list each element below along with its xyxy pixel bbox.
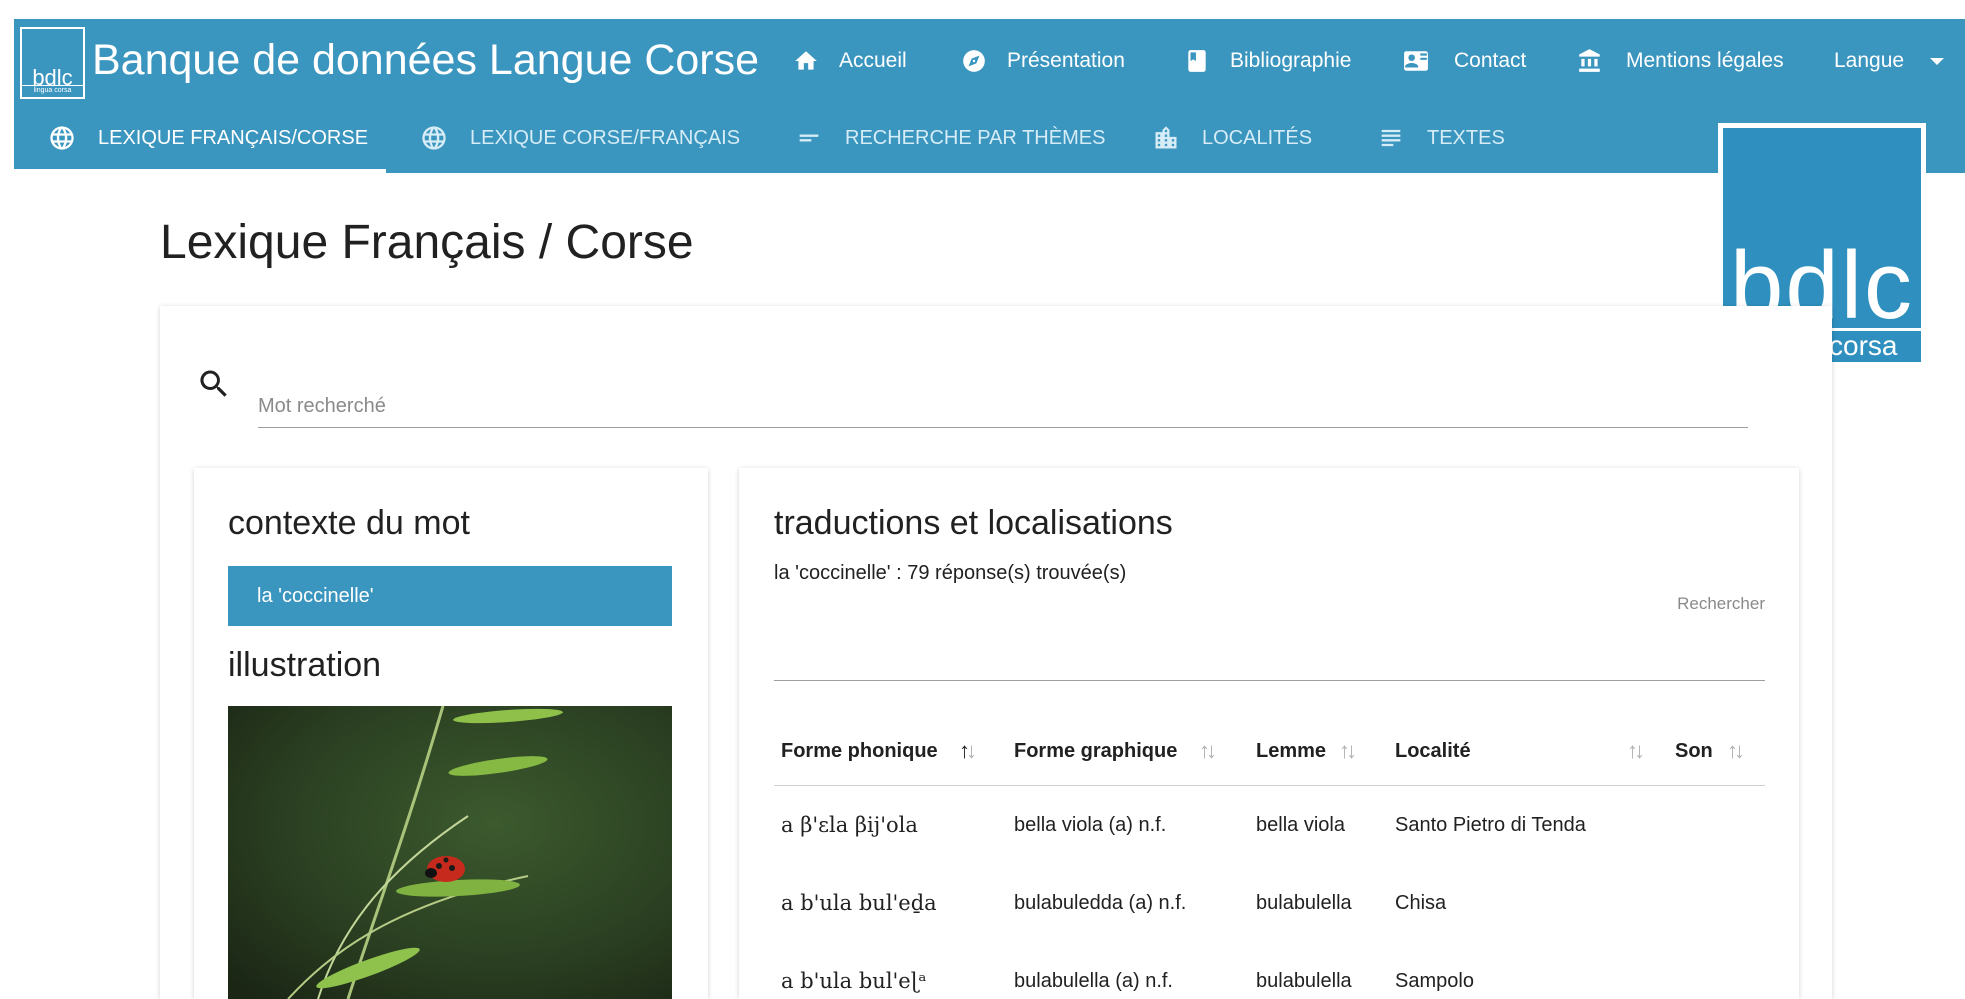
column-localite[interactable]: Localité [1395,716,1471,786]
tab-recherche-par-themes[interactable]: RECHERCHE PAR THÈMES [795,103,1105,173]
cell-localite: Sampolo [1395,969,1474,992]
context-item[interactable]: la 'coccinelle' [228,566,672,626]
app-logo[interactable]: bdlc lingua corsa [20,27,85,99]
language-select[interactable]: Langue [1834,45,1945,77]
short-text-icon [795,124,823,152]
search-icon[interactable] [196,366,232,402]
bank-icon [1574,48,1606,74]
tab-bar: LEXIQUE FRANÇAIS/CORSE LEXIQUE CORSE/FRA… [14,103,1965,173]
tab-localites[interactable]: LOCALITÉS [1152,103,1312,173]
tab-lexique-francais-corse[interactable]: LEXIQUE FRANÇAIS/CORSE [48,103,368,173]
tab-label: LEXIQUE CORSE/FRANÇAIS [470,126,741,149]
nav-presentation-label: Présentation [1007,49,1125,72]
top-app-bar: bdlc lingua corsa Banque de données Lang… [14,19,1965,173]
page-title: Lexique Français / Corse [160,216,694,269]
sort-arrows-icon[interactable]: ↑↓ [1727,738,1745,764]
contact-card-icon [1398,48,1434,74]
column-lemme[interactable]: Lemme [1256,716,1326,786]
illustration-image [228,706,672,999]
table-row[interactable]: a β'ɛla βij'ola bella viola (a) n.f. bel… [774,786,1765,864]
globe-icon [420,124,448,152]
cell-forme-phonique: a b'ula bul'eɭᵃ [781,969,927,993]
table-header: Forme phonique ↑↓ Forme graphique ↑↓ Lem… [774,716,1765,786]
results-search-input[interactable] [774,680,1765,681]
nav-bibliographie[interactable]: Bibliographie [1184,45,1351,77]
column-forme-graphique[interactable]: Forme graphique [1014,716,1177,786]
word-context-panel: contexte du mot la 'coccinelle' illustra… [194,468,708,999]
results-count: la 'coccinelle' : 79 réponse(s) trouvée(… [774,562,1127,584]
compass-icon [961,48,987,74]
cell-forme-graphique: bulabuledda (a) n.f. [1014,891,1187,914]
tab-label: TEXTES [1427,126,1505,149]
language-label: Langue [1834,49,1905,72]
tab-label: RECHERCHE PAR THÈMES [845,126,1106,149]
column-son[interactable]: Son [1675,716,1713,786]
nav-contact[interactable]: Contact [1398,45,1526,77]
tab-label: LEXIQUE FRANÇAIS/CORSE [98,126,369,149]
column-forme-phonique[interactable]: Forme phonique [781,716,938,786]
sort-arrows-icon[interactable]: ↑↓ [959,738,977,764]
results-heading: traductions et localisations [774,504,1173,542]
app-header: bdlc lingua corsa Banque de données Lang… [14,19,1965,103]
nav-bibliographie-label: Bibliographie [1230,49,1352,72]
sort-arrows-icon[interactable]: ↑↓ [1199,738,1217,764]
tab-textes[interactable]: TEXTES [1377,103,1505,173]
cell-lemme: bulabulella [1256,969,1352,992]
home-icon [793,48,819,74]
nav-mentions-label: Mentions légales [1626,49,1784,72]
cell-forme-phonique: a β'ɛla βij'ola [781,813,918,837]
nav-accueil-label: Accueil [839,49,907,72]
results-search-label[interactable]: Rechercher [1677,594,1765,614]
cell-localite: Chisa [1395,891,1447,914]
active-tab-indicator [14,169,386,173]
app-title[interactable]: Banque de données Langue Corse [92,35,759,85]
cell-lemme: bulabulella [1256,891,1352,914]
tab-label: LOCALITÉS [1202,126,1313,149]
caret-down-icon [1930,57,1945,65]
tab-lexique-corse-francais[interactable]: LEXIQUE CORSE/FRANÇAIS [420,103,740,173]
table-row[interactable]: a b'ula bul'eḏa bulabuledda (a) n.f. bul… [774,864,1765,942]
nav-accueil[interactable]: Accueil [793,45,907,77]
nav-contact-label: Contact [1454,49,1527,72]
cell-forme-graphique: bella viola (a) n.f. [1014,813,1167,836]
city-icon [1152,124,1180,152]
sort-arrows-icon[interactable]: ↑↓ [1339,738,1357,764]
cell-forme-graphique: bulabulella (a) n.f. [1014,969,1173,992]
cell-forme-phonique: a b'ula bul'eḏa [781,891,937,915]
cell-localite: Santo Pietro di Tenda [1395,813,1586,836]
globe-icon [48,124,76,152]
results-table: Forme phonique ↑↓ Forme graphique ↑↓ Lem… [774,716,1765,999]
translations-panel: traductions et localisations la 'coccine… [739,468,1799,999]
illustration-heading: illustration [228,646,382,684]
book-icon [1184,48,1210,74]
sort-arrows-icon[interactable]: ↑↓ [1627,738,1645,764]
nav-presentation[interactable]: Présentation [961,45,1125,77]
context-heading: contexte du mot [228,504,470,542]
search-card: contexte du mot la 'coccinelle' illustra… [160,306,1832,999]
logo-subtext: lingua corsa [22,85,83,95]
nav-mentions-legales[interactable]: Mentions légales [1574,45,1784,77]
cell-lemme: bella viola [1256,813,1345,836]
search-input[interactable] [258,376,1748,428]
table-row[interactable]: a b'ula bul'eɭᵃ bulabulella (a) n.f. bul… [774,942,1765,999]
text-lines-icon [1377,124,1405,152]
